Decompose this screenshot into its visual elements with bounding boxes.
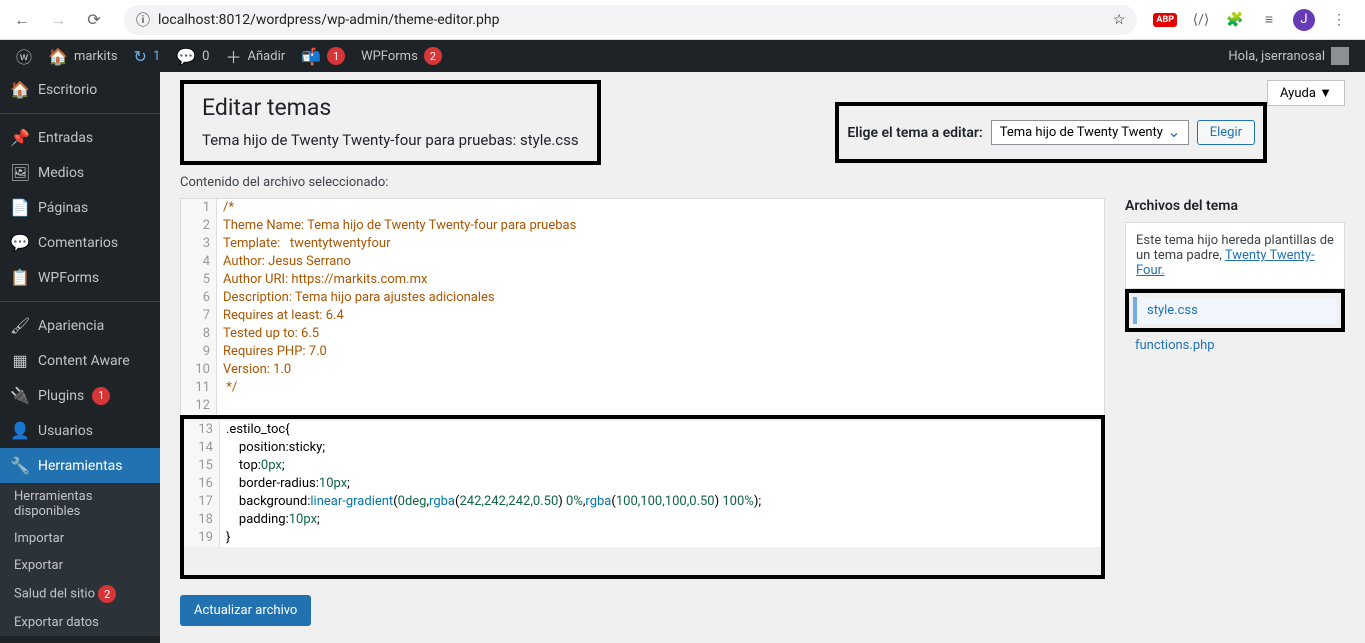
refresh-icon: ↻ <box>134 47 147 66</box>
sidebar-item-wpforms[interactable]: 📋WPForms <box>0 260 160 295</box>
submenu-exportar[interactable]: Exportar <box>0 552 160 579</box>
brush-icon: 🖌 <box>10 316 30 335</box>
new-content-link[interactable]: ＋Añadir <box>217 40 293 72</box>
submenu-salud-sitio[interactable]: Salud del sitio 2 <box>0 579 160 609</box>
comments-icon: 💬 <box>10 233 30 252</box>
choose-theme-button[interactable]: Elegir <box>1197 120 1255 145</box>
wp-admin-bar: ⓦ 🏠markits ↻1 💬0 ＋Añadir 📬1 WPForms2 Hol… <box>0 40 1365 72</box>
theme-files-title: Archivos del tema <box>1125 198 1345 214</box>
wpforms-link[interactable]: WPForms2 <box>353 40 450 72</box>
site-info-icon: ⓘ <box>136 10 150 30</box>
page-subtitle: Tema hijo de Twenty Twenty-four para pru… <box>202 131 579 149</box>
plug-icon: 🔌 <box>10 386 30 405</box>
updates-link[interactable]: ↻1 <box>126 40 169 72</box>
devtools-extension-icon[interactable]: ⟨/⟩ <box>1191 10 1211 30</box>
sidebar-item-escritorio[interactable]: 🏠Escritorio <box>0 72 160 107</box>
update-file-button[interactable]: Actualizar archivo <box>180 595 311 626</box>
extensions-icon[interactable]: 🧩 <box>1225 10 1245 30</box>
wrench-icon: 🔧 <box>10 456 30 475</box>
sidebar-item-plugins[interactable]: 🔌Plugins1 <box>0 378 160 413</box>
wp-logo[interactable]: ⓦ <box>8 40 40 72</box>
address-bar[interactable]: ⓘ localhost:8012/wordpress/wp-admin/them… <box>124 5 1137 35</box>
sidebar-item-entradas[interactable]: 📌Entradas <box>0 120 160 155</box>
browser-menu-icon[interactable]: ⋮ <box>1329 10 1349 30</box>
submenu-herramientas-disponibles[interactable]: Herramientas disponibles <box>0 483 160 525</box>
theme-select[interactable]: Tema hijo de Twenty Twenty <box>991 120 1189 145</box>
sidebar-item-usuarios[interactable]: 👤Usuarios <box>0 413 160 448</box>
content-label: Contenido del archivo seleccionado: <box>180 175 1345 190</box>
plus-icon: ＋ <box>225 44 241 68</box>
abp-extension-icon[interactable]: ABP <box>1153 13 1177 27</box>
sidebar-item-herramientas[interactable]: 🔧Herramientas <box>0 448 160 483</box>
url-text: localhost:8012/wordpress/wp-admin/theme-… <box>158 12 1105 28</box>
theme-select-label: Elige el tema a editar: <box>847 125 982 141</box>
sidebar-item-content-aware[interactable]: ▦Content Aware <box>0 343 160 378</box>
help-tab[interactable]: Ayuda ▼ <box>1267 80 1345 106</box>
grid-icon: ▦ <box>10 351 30 370</box>
comment-icon: 💬 <box>176 47 196 66</box>
page-icon: 📄 <box>10 198 30 217</box>
inherit-info: Este tema hijo hereda plantillas de un t… <box>1125 222 1345 289</box>
reload-button[interactable]: ⟳ <box>80 6 108 34</box>
form-icon: 📋 <box>10 268 30 287</box>
account-link[interactable]: Hola, jserranosal <box>1220 40 1357 72</box>
sidebar-item-medios[interactable]: 🖼Medios <box>0 155 160 190</box>
star-icon[interactable]: ☆ <box>1113 12 1126 28</box>
file-list-highlighted: style.css <box>1125 289 1345 332</box>
main-content: Ayuda ▼ Elige el tema a editar: Tema hij… <box>160 72 1365 643</box>
sidebar-item-apariencia[interactable]: 🖌Apariencia <box>0 308 160 343</box>
sidebar-item-paginas[interactable]: 📄Páginas <box>0 190 160 225</box>
submenu-exportar-datos[interactable]: Exportar datos <box>0 609 160 636</box>
wordpress-icon: ⓦ <box>16 44 32 68</box>
page-title: Editar temas <box>202 94 579 121</box>
admin-sidebar: 🏠Escritorio 📌Entradas 🖼Medios 📄Páginas 💬… <box>0 72 160 643</box>
sidebar-item-comentarios[interactable]: 💬Comentarios <box>0 225 160 260</box>
pin-icon: 📌 <box>10 128 30 147</box>
theme-selector-box: Elige el tema a editar: Tema hijo de Twe… <box>835 102 1267 163</box>
code-editor[interactable]: 1/* 2Theme Name: Tema hijo de Twenty Twe… <box>180 198 1105 416</box>
file-style-css[interactable]: style.css <box>1133 297 1337 324</box>
dashboard-icon: 🏠 <box>10 80 30 99</box>
notifications-link[interactable]: 📬1 <box>293 40 353 72</box>
user-avatar <box>1331 47 1349 65</box>
highlighted-code-box: 13.estilo_toc{ 14 position:sticky; 15 to… <box>180 415 1105 579</box>
profile-avatar[interactable]: J <box>1293 9 1315 31</box>
media-icon: 🖼 <box>10 163 30 182</box>
forward-button[interactable]: → <box>44 6 72 34</box>
title-box: Editar temas Tema hijo de Twenty Twenty-… <box>180 80 601 165</box>
submenu-importar[interactable]: Importar <box>0 525 160 552</box>
file-functions-php[interactable]: functions.php <box>1125 332 1345 359</box>
home-icon: 🏠 <box>48 47 68 66</box>
reading-list-icon[interactable]: ≡ <box>1259 10 1279 30</box>
comments-link[interactable]: 💬0 <box>168 40 217 72</box>
browser-toolbar: ← → ⟳ ⓘ localhost:8012/wordpress/wp-admi… <box>0 0 1365 40</box>
back-button[interactable]: ← <box>8 6 36 34</box>
user-icon: 👤 <box>10 421 30 440</box>
site-name-link[interactable]: 🏠markits <box>40 40 126 72</box>
inbox-icon: 📬 <box>301 47 321 66</box>
